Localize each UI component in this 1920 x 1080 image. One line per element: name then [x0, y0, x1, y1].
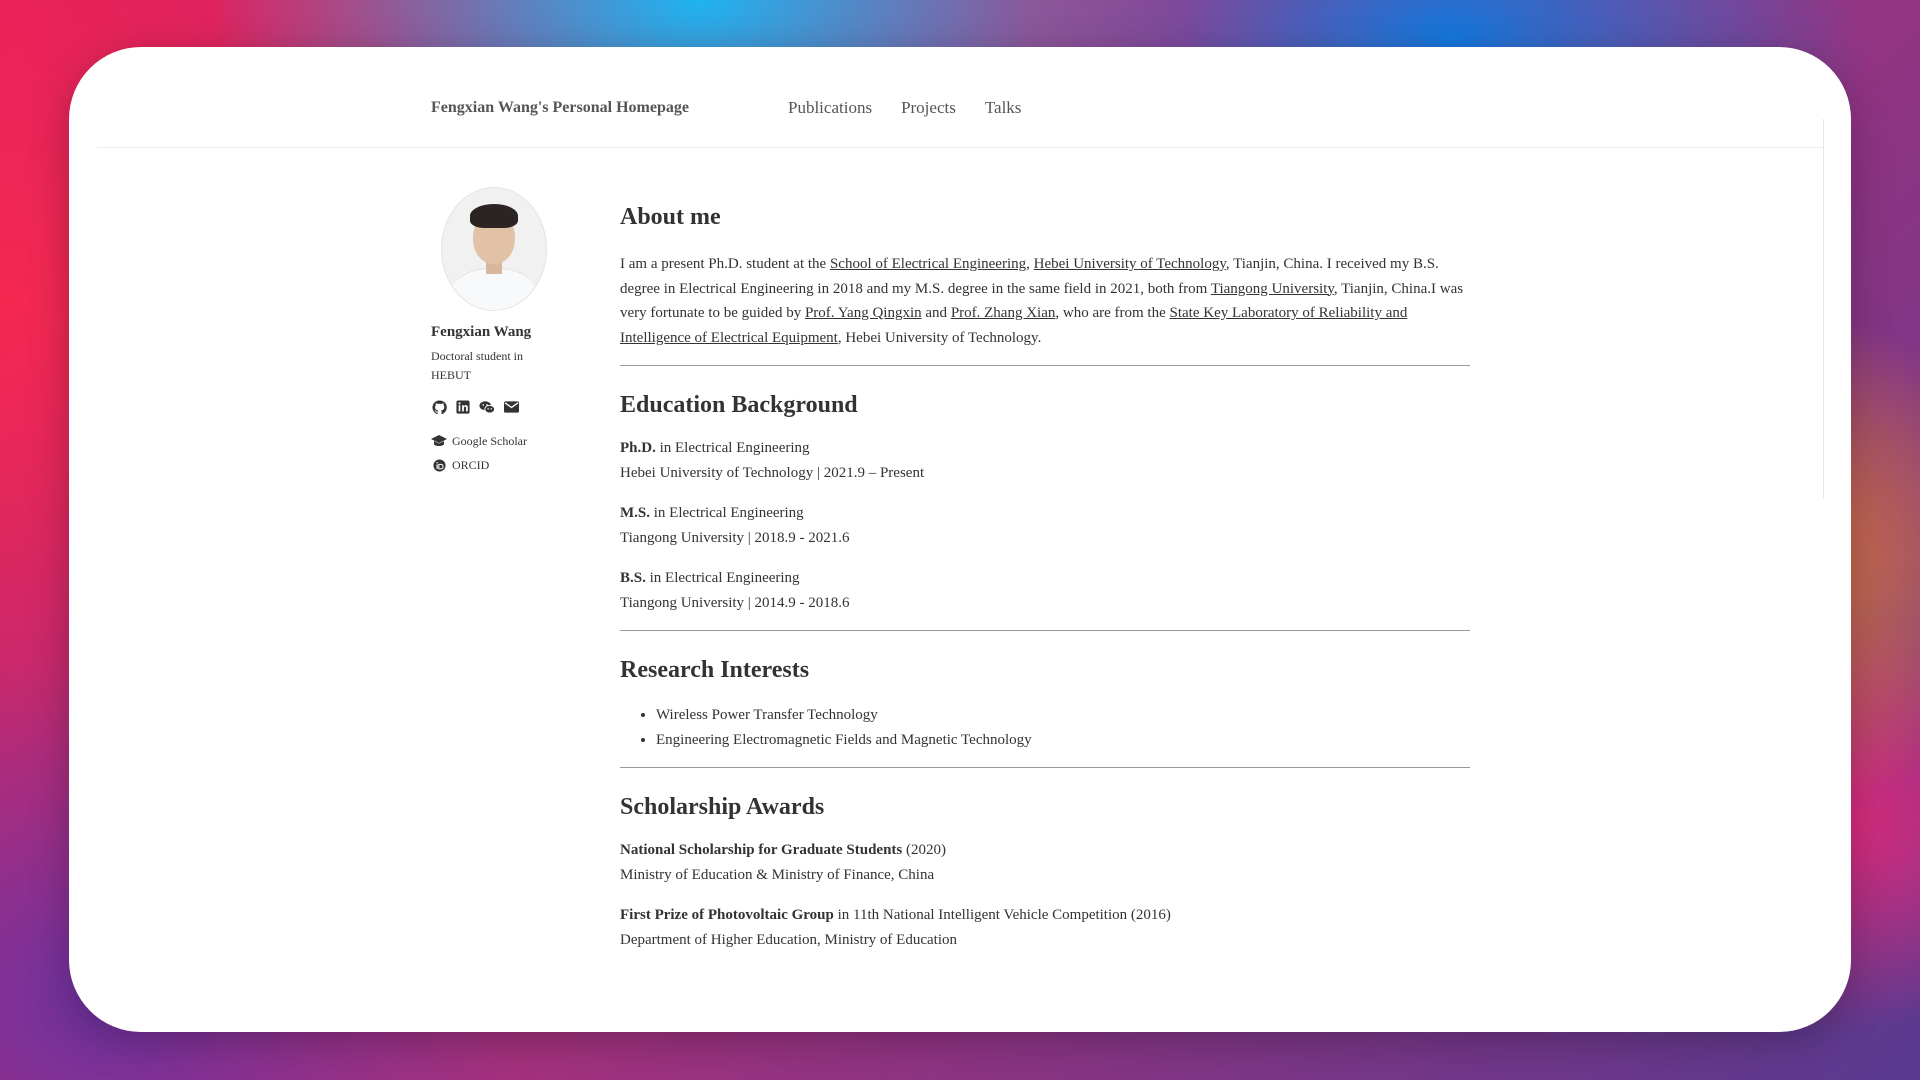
list-item: Wireless Power Transfer Technology: [656, 703, 1470, 728]
link-tiangong[interactable]: Tiangong University: [1211, 281, 1334, 297]
nav-publications[interactable]: Publications: [788, 98, 872, 118]
orcid-link[interactable]: ORCID: [431, 453, 561, 477]
author-name: Fengxian Wang: [431, 324, 532, 340]
research-list: Wireless Power Transfer Technology Engin…: [620, 703, 1470, 752]
google-scholar-label: Google Scholar: [452, 433, 527, 448]
awards-heading: Scholarship Awards: [620, 794, 825, 820]
link-prof-zhang[interactable]: Prof. Zhang Xian: [951, 305, 1056, 321]
list-item: Engineering Electromagnetic Fields and M…: [656, 728, 1470, 753]
award-entry: National Scholarship for Graduate Studen…: [620, 842, 947, 883]
browser-window: Fengxian Wang's Personal Homepage Public…: [69, 47, 1851, 1032]
wechat-icon[interactable]: [479, 399, 495, 415]
avatar: [441, 187, 547, 311]
award-entry: First Prize of Photovoltaic Group in 11t…: [620, 907, 1171, 948]
education-entry: M.S. in Electrical Engineering Tiangong …: [620, 505, 850, 546]
about-paragraph: I am a present Ph.D. student at the Scho…: [620, 256, 1464, 346]
link-prof-yang[interactable]: Prof. Yang Qingxin: [805, 305, 922, 321]
divider: [620, 630, 1470, 631]
education-heading: Education Background: [620, 392, 858, 418]
profile-links: Google Scholar ORCID: [431, 429, 561, 477]
nav-projects[interactable]: Projects: [901, 98, 956, 118]
education-entry: B.S. in Electrical Engineering Tiangong …: [620, 570, 850, 611]
divider: [620, 767, 1470, 768]
main-content: About me I am a present Ph.D. student at…: [620, 202, 1470, 952]
email-icon[interactable]: [503, 399, 519, 415]
author-bio: Doctoral student in HEBUT: [431, 349, 523, 382]
orcid-label: ORCID: [452, 457, 490, 472]
main-nav: Publications Projects Talks: [788, 98, 1021, 118]
about-heading: About me: [620, 204, 721, 230]
scrollbar[interactable]: [1823, 119, 1824, 499]
link-school-ee[interactable]: School of Electrical Engineering: [830, 256, 1026, 272]
github-icon[interactable]: [431, 399, 447, 415]
author-sidebar: Fengxian Wang Doctoral student in HEBUT …: [431, 187, 561, 477]
nav-talks[interactable]: Talks: [985, 98, 1022, 118]
site-title-link[interactable]: Fengxian Wang's Personal Homepage: [431, 99, 689, 117]
education-entry: Ph.D. in Electrical Engineering Hebei Un…: [620, 440, 925, 481]
linkedin-icon[interactable]: [455, 399, 471, 415]
graduation-cap-icon: [431, 434, 447, 448]
divider: [620, 365, 1470, 366]
research-heading: Research Interests: [620, 657, 810, 683]
social-links: [431, 399, 561, 415]
link-hebut[interactable]: Hebei University of Technology: [1034, 256, 1226, 272]
orcid-icon: [431, 458, 447, 472]
google-scholar-link[interactable]: Google Scholar: [431, 429, 561, 453]
